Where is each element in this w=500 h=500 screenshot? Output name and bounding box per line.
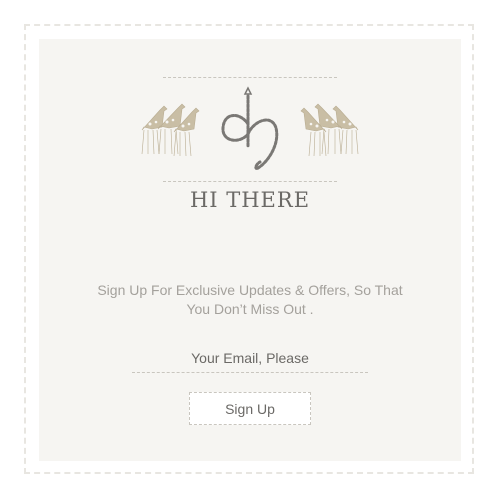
giraffe-herd-icon bbox=[141, 103, 200, 157]
signup-tagline: Sign Up For Exclusive Updates & Offers, … bbox=[97, 282, 403, 317]
dh-monogram-logo bbox=[221, 86, 279, 170]
top-divider bbox=[163, 77, 337, 78]
giraffe-herd-icon bbox=[300, 103, 359, 157]
greeting-heading: HI THERE bbox=[189, 188, 311, 212]
bottom-divider bbox=[163, 181, 337, 182]
signup-button[interactable]: Sign Up bbox=[189, 392, 311, 425]
email-input[interactable] bbox=[132, 344, 368, 373]
